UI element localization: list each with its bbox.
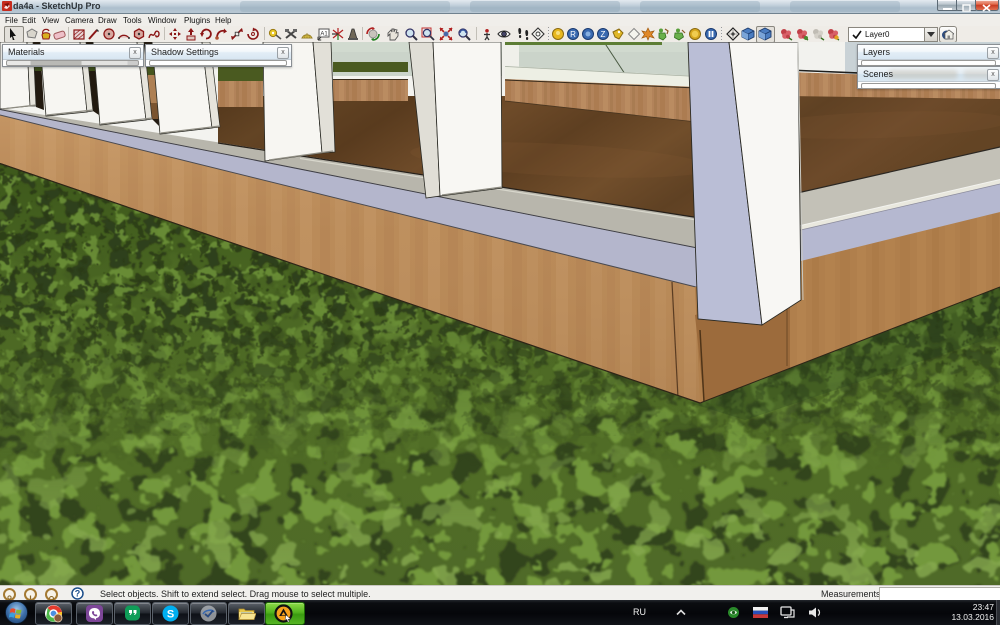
svg-text:S: S <box>167 609 174 621</box>
svg-text:A1: A1 <box>320 32 328 38</box>
svg-text:Z: Z <box>601 30 606 39</box>
svg-text:?: ? <box>75 589 81 599</box>
svg-text:R: R <box>570 30 576 39</box>
